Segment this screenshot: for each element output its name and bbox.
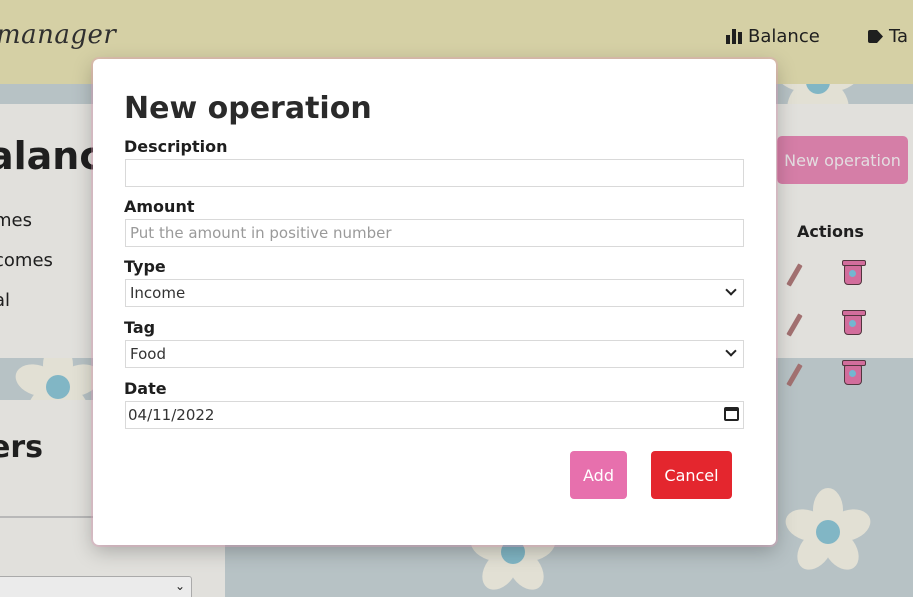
description-input[interactable] [125, 159, 744, 187]
amount-input[interactable]: Put the amount in positive number [125, 219, 744, 247]
date-value: 04/11/2022 [128, 406, 215, 424]
tag-value: Food [130, 345, 166, 363]
date-label: Date [124, 379, 167, 398]
new-operation-modal: New operation Description Amount Put the… [93, 59, 776, 545]
date-input[interactable]: 04/11/2022 [125, 401, 744, 429]
chevron-down-icon [725, 345, 737, 357]
tag-label: Tag [124, 318, 156, 337]
type-select[interactable]: Income [125, 279, 744, 307]
amount-placeholder: Put the amount in positive number [130, 224, 392, 242]
type-label: Type [124, 257, 166, 276]
modal-title: New operation [124, 91, 372, 126]
add-button[interactable]: Add [570, 451, 627, 499]
type-value: Income [130, 284, 186, 302]
tag-select[interactable]: Food [125, 340, 744, 368]
amount-label: Amount [124, 197, 195, 216]
cancel-button[interactable]: Cancel [651, 451, 732, 499]
chevron-down-icon [725, 284, 737, 296]
calendar-icon[interactable] [724, 407, 739, 421]
description-label: Description [124, 137, 228, 156]
